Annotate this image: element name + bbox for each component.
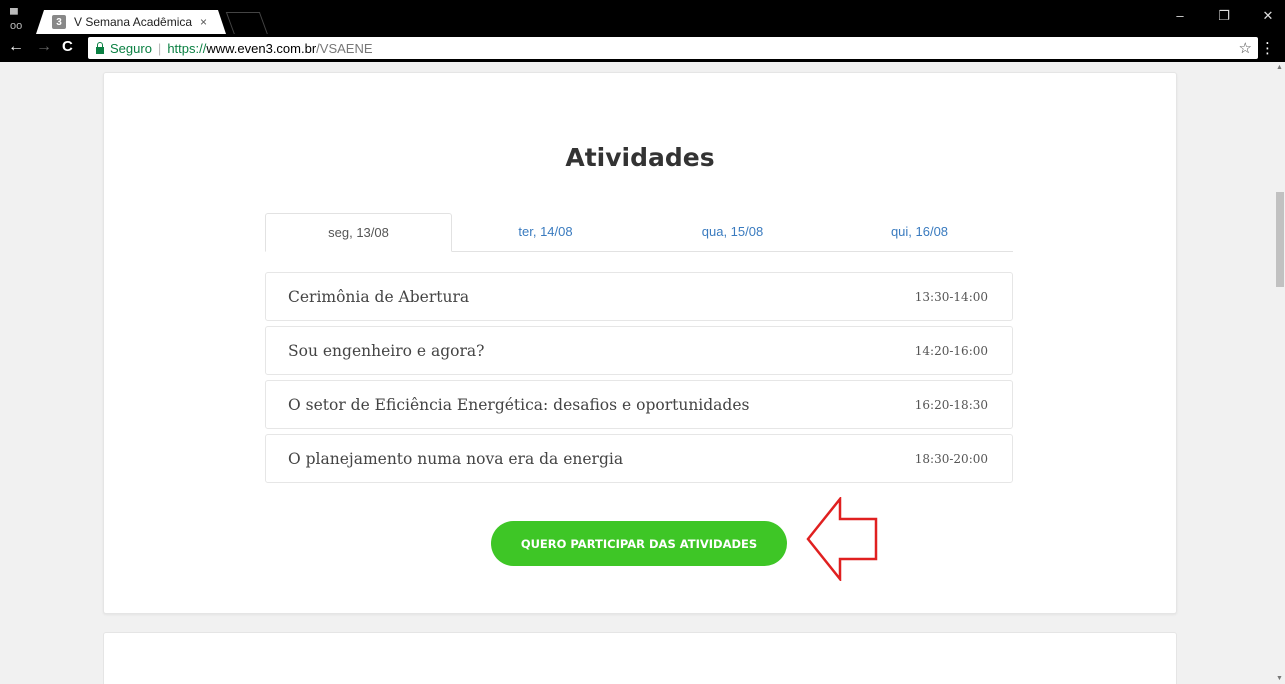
participate-button[interactable]: QUERO PARTICIPAR DAS ATIVIDADES xyxy=(491,521,787,566)
tab-day-4[interactable]: qui, 16/08 xyxy=(826,213,1013,251)
browser-tab-strip: ▀oo 3 V Semana Acadêmica da × – ❐ ✕ xyxy=(0,0,1285,35)
activity-item[interactable]: Cerimônia de Abertura 13:30-14:00 xyxy=(265,272,1013,321)
activity-time: 14:20-16:00 xyxy=(914,343,988,358)
activity-item[interactable]: O setor de Eficiência Energética: desafi… xyxy=(265,380,1013,429)
browser-tab[interactable]: 3 V Semana Acadêmica da × xyxy=(36,10,226,34)
forward-arrow-icon[interactable]: → xyxy=(36,38,52,56)
tab-title: V Semana Acadêmica da xyxy=(74,15,193,29)
secure-label: Seguro xyxy=(110,40,152,56)
url-separator: | xyxy=(157,40,162,56)
url-path: /VSAENE xyxy=(316,40,373,56)
tab-day-1[interactable]: seg, 13/08 xyxy=(265,213,452,252)
minimize-icon[interactable]: – xyxy=(1170,8,1190,23)
reload-icon[interactable]: C xyxy=(62,38,73,56)
site-favicon-icon: 3 xyxy=(52,15,66,29)
incognito-icon: ▀ oo xyxy=(10,9,23,32)
next-section-card xyxy=(103,632,1177,684)
annotation-arrow-icon xyxy=(806,497,878,581)
url-host: www.even3.com.br xyxy=(206,40,317,56)
close-window-icon[interactable]: ✕ xyxy=(1258,8,1278,24)
activity-name: Cerimônia de Abertura xyxy=(288,287,470,306)
activity-name: O setor de Eficiência Energética: desafi… xyxy=(288,395,750,414)
back-arrow-icon[interactable]: ← xyxy=(8,38,24,56)
tab-close-icon[interactable]: × xyxy=(200,15,207,29)
scroll-down-icon[interactable]: ▼ xyxy=(1276,675,1283,682)
activity-time: 16:20-18:30 xyxy=(914,397,988,412)
tab-day-2[interactable]: ter, 14/08 xyxy=(452,213,639,251)
restore-icon[interactable]: ❐ xyxy=(1214,8,1234,24)
bookmark-star-icon[interactable]: ☆ xyxy=(1239,39,1252,57)
url-scheme: https:// xyxy=(167,40,207,56)
activity-name: Sou engenheiro e agora? xyxy=(288,341,485,360)
activity-item[interactable]: Sou engenheiro e agora? 14:20-16:00 xyxy=(265,326,1013,375)
activity-name: O planejamento numa nova era da energia xyxy=(288,449,624,468)
browser-toolbar: ← → C Seguro | https:// www.even3.com.br… xyxy=(0,34,1285,62)
section-title: Atividades xyxy=(565,143,715,172)
browser-menu-icon[interactable]: ⋮ xyxy=(1260,39,1275,57)
address-bar[interactable]: Seguro | https:// www.even3.com.br /VSAE… xyxy=(88,37,1258,59)
new-tab-button[interactable] xyxy=(225,12,269,35)
activity-time: 13:30-14:00 xyxy=(914,289,988,304)
scroll-up-icon[interactable]: ▲ xyxy=(1276,64,1283,71)
vertical-scrollbar[interactable]: ▲ ▼ xyxy=(1275,62,1285,684)
tab-day-3[interactable]: qua, 15/08 xyxy=(639,213,826,251)
activity-time: 18:30-20:00 xyxy=(914,451,988,466)
page-viewport: Atividades seg, 13/08 ter, 14/08 qua, 15… xyxy=(0,62,1275,684)
activity-item[interactable]: O planejamento numa nova era da energia … xyxy=(265,434,1013,483)
activities-card: Atividades seg, 13/08 ter, 14/08 qua, 15… xyxy=(103,72,1177,614)
scrollbar-thumb[interactable] xyxy=(1276,192,1284,287)
activity-list: Cerimônia de Abertura 13:30-14:00 Sou en… xyxy=(265,272,1013,488)
day-tabs: seg, 13/08 ter, 14/08 qua, 15/08 qui, 16… xyxy=(265,213,1013,252)
lock-icon xyxy=(96,41,104,54)
